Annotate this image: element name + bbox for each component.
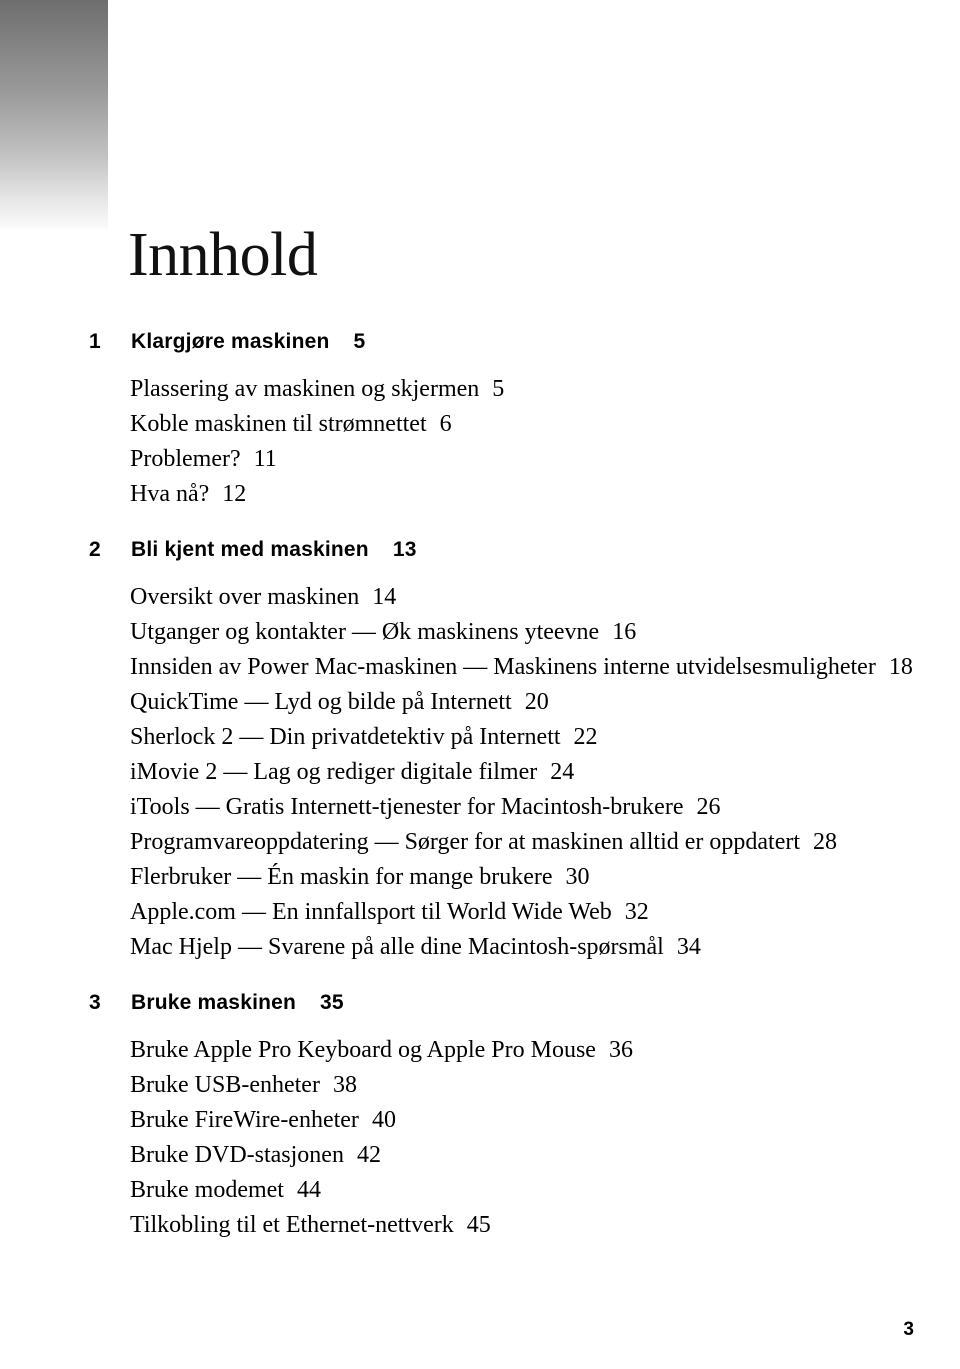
toc-entry-page-number: 14 [372,584,397,610]
toc-chapter: 1 Klargjøre maskinen 5 Plassering av maskin… [0,330,960,512]
toc-entry-list: Bruke Apple Pro Keyboard og Apple Pro Mo… [0,1033,960,1243]
toc-entry[interactable]: Plassering av maskinen og skjermen 5 [130,372,960,407]
toc-entry[interactable]: Innsiden av Power Mac-maskinen — Maskine… [130,650,960,685]
toc-entry-title: Programvareoppdatering — Sørger for at m… [130,829,801,855]
toc-chapter-heading[interactable]: 3 Bruke maskinen 35 [0,991,960,1021]
toc-entry[interactable]: Koble maskinen til strømnettet 6 [130,407,960,442]
toc-entry-list: Plassering av maskinen og skjermen 5 Koble… [0,372,960,512]
page-number-folio: 3 [903,1319,914,1340]
toc-entry-page-number: 20 [524,689,549,715]
toc-entry-title: Bruke DVD-stasjonen [130,1142,344,1168]
toc-entry[interactable]: Bruke FireWire-enheter 40 [130,1103,960,1138]
toc-entry-page-number: 44 [296,1177,321,1203]
toc-entry-page-number: 42 [356,1142,381,1168]
toc-entry-title: Mac Hjelp — Svarene på alle dine Macinto… [130,934,664,960]
toc-entry[interactable]: QuickTime — Lyd og bilde på Internett 20 [130,685,960,720]
toc-entry[interactable]: Problemer? 11 [130,442,960,477]
toc-entry-page-number: 22 [573,724,598,750]
toc-entry-page-number: 16 [612,619,637,645]
toc-entry-page-number: 12 [222,481,247,507]
toc-entry-title: Hva nå? [130,481,210,507]
toc-entry-title: iTools — Gratis Internett-tjenester for … [130,794,684,820]
toc-entry-title: Sherlock 2 — Din privatdetektiv på Inter… [130,724,561,750]
toc-chapter-number: 1 [89,330,101,353]
toc-entry-title: Bruke Apple Pro Keyboard og Apple Pro Mo… [130,1037,596,1063]
toc-entry-list: Oversikt over maskinen 14 Utganger og kont… [0,580,960,965]
toc-entry-title: QuickTime — Lyd og bilde på Internett [130,689,512,715]
toc-entry-title: Bruke modemet [130,1177,284,1203]
toc-entry-title: Problemer? [130,446,241,472]
toc-chapter-title: Klargjøre maskinen [131,330,330,353]
toc-chapter-heading[interactable]: 2 Bli kjent med maskinen 13 [0,538,960,568]
toc-entry[interactable]: Flerbruker — Én maskin for mange brukere… [130,860,960,895]
toc-entry-page-number: 28 [813,829,838,855]
toc-entry[interactable]: iTools — Gratis Internett-tjenester for … [130,790,960,825]
toc-entry-page-number: 32 [624,899,649,925]
toc-chapter-number: 3 [89,991,101,1014]
toc-entry[interactable]: Programvareoppdatering — Sørger for at m… [130,825,960,860]
document-page: Innhold 1 Klargjøre maskinen 5 Plassering a… [0,0,960,1369]
toc-entry[interactable]: Bruke Apple Pro Keyboard og Apple Pro Mo… [130,1033,960,1068]
toc-entry-title: Tilkobling til et Ethernet-nettverk [130,1212,454,1238]
toc-entry-title: Flerbruker — Én maskin for mange brukere [130,864,553,890]
toc-entry-page-number: 38 [332,1072,357,1098]
toc-chapter-title: Bruke maskinen [131,991,297,1014]
toc-entry-page-number: 36 [608,1037,633,1063]
toc-entry-title: Utganger og kontakter — Øk maskinens yte… [130,619,600,645]
toc-entry[interactable]: Oversikt over maskinen 14 [130,580,960,615]
toc-entry-title: Oversikt over maskinen [130,584,360,610]
toc-entry[interactable]: Mac Hjelp — Svarene på alle dine Macinto… [130,930,960,965]
toc-entry-page-number: 26 [696,794,721,820]
toc-entry[interactable]: Hva nå? 12 [130,477,960,512]
toc-entry[interactable]: Tilkobling til et Ethernet-nettverk 45 [130,1208,960,1243]
toc-entry-page-number: 11 [253,446,277,472]
toc-entry[interactable]: Utganger og kontakter — Øk maskinens yte… [130,615,960,650]
toc-entry-title: Koble maskinen til strømnettet [130,411,427,437]
toc-entry-page-number: 34 [676,934,701,960]
toc-entry-page-number: 24 [550,759,575,785]
toc-entry[interactable]: iMovie 2 — Lag og rediger digitale filme… [130,755,960,790]
decorative-gradient-block [0,0,108,229]
toc-chapter: 3 Bruke maskinen 35 Bruke Apple Pro Keyboar… [0,991,960,1243]
toc-entry[interactable]: Bruke modemet 44 [130,1173,960,1208]
toc-entry-page-number: 30 [565,864,590,890]
toc-chapter-page-number: 13 [392,538,417,561]
toc-entry-page-number: 18 [888,654,913,680]
toc-entry[interactable]: Sherlock 2 — Din privatdetektiv på Inter… [130,720,960,755]
toc-chapter-number: 2 [89,538,101,561]
toc-entry-title: Innsiden av Power Mac-maskinen — Maskine… [130,654,876,680]
table-of-contents: 1 Klargjøre maskinen 5 Plassering av maskin… [0,330,960,1243]
toc-entry-page-number: 45 [466,1212,491,1238]
toc-entry[interactable]: Bruke DVD-stasjonen 42 [130,1138,960,1173]
toc-entry-title: Apple.com — En innfallsport til World Wi… [130,899,612,925]
toc-entry-page-number: 6 [439,411,452,437]
toc-entry-title: iMovie 2 — Lag og rediger digitale filme… [130,759,538,785]
toc-chapter-page-number: 35 [320,991,344,1014]
toc-entry[interactable]: Bruke USB-enheter 38 [130,1068,960,1103]
toc-entry[interactable]: Apple.com — En innfallsport til World Wi… [130,895,960,930]
toc-entry-title: Bruke FireWire-enheter [130,1107,359,1133]
toc-entry-page-number: 5 [492,376,505,402]
page-title: Innhold [128,221,318,289]
toc-entry-title: Plassering av maskinen og skjermen [130,376,480,402]
toc-chapter: 2 Bli kjent med maskinen 13 Oversikt over m… [0,538,960,965]
toc-entry-title: Bruke USB-enheter [130,1072,320,1098]
toc-chapter-heading[interactable]: 1 Klargjøre maskinen 5 [0,330,960,360]
toc-entry-page-number: 40 [371,1107,396,1133]
toc-chapter-title: Bli kjent med maskinen [131,538,369,561]
toc-chapter-page-number: 5 [353,330,366,353]
